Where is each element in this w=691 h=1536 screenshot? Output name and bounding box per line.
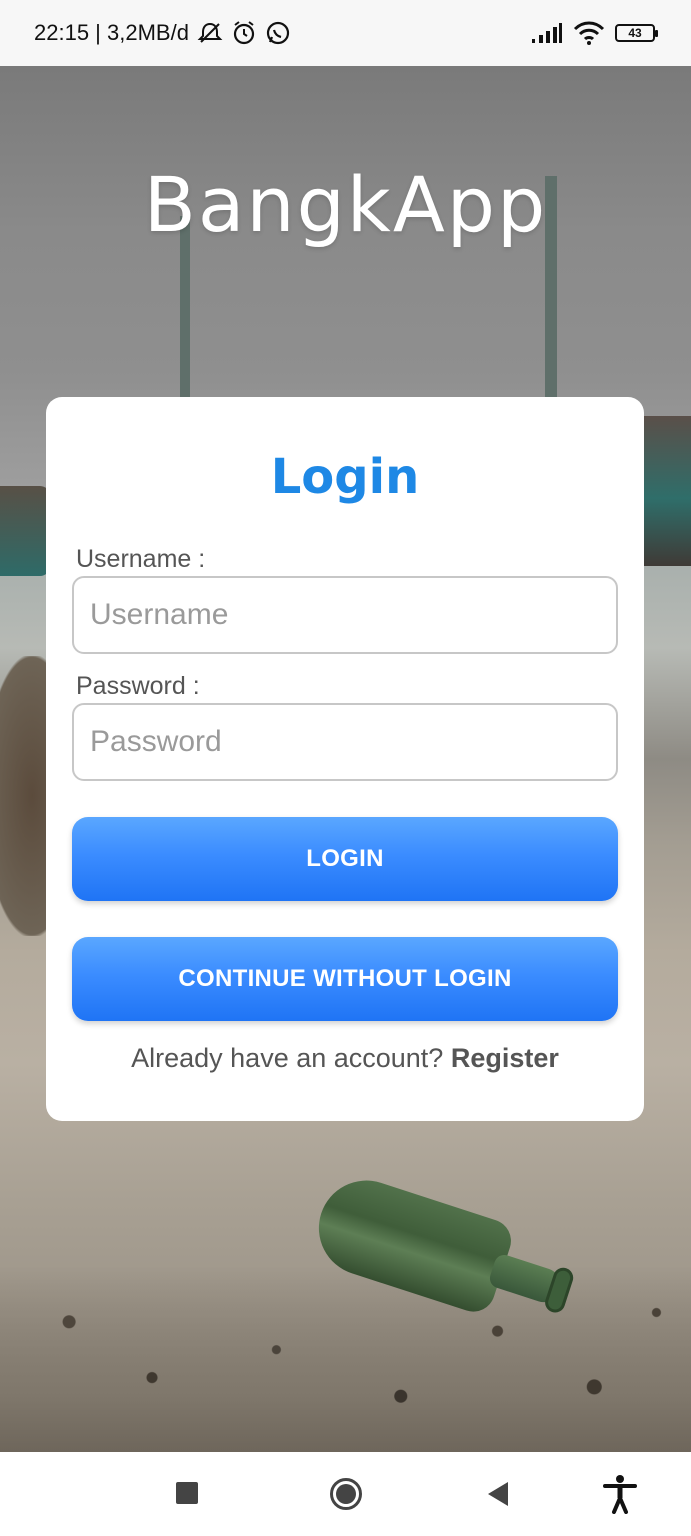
status-left: 22:15 | 3,2MB/d xyxy=(34,20,291,46)
wifi-icon xyxy=(573,21,605,45)
status-right: 43 xyxy=(531,21,658,45)
navigation-bar xyxy=(0,1452,691,1536)
recents-icon[interactable] xyxy=(176,1482,198,1504)
battery-icon: 43 xyxy=(615,24,658,42)
username-input[interactable] xyxy=(72,576,618,654)
whatsapp-icon xyxy=(265,20,291,46)
status-bar: 22:15 | 3,2MB/d 43 xyxy=(0,0,691,66)
boat-shape xyxy=(0,486,50,576)
accessibility-icon[interactable] xyxy=(602,1474,638,1514)
password-label: Password : xyxy=(76,672,200,700)
app-title: BangkApp xyxy=(143,160,548,249)
register-prompt-text: Already have an account? xyxy=(131,1043,451,1073)
mute-icon xyxy=(197,21,223,45)
login-card: Login Username : Password : LOGIN CONTIN… xyxy=(46,397,644,1121)
home-icon[interactable] xyxy=(330,1478,362,1510)
status-time: 22:15 | 3,2MB/d xyxy=(34,20,189,45)
signal-icon xyxy=(531,22,563,44)
register-prompt-line: Already have an account? Register xyxy=(72,1043,618,1074)
continue-without-login-button[interactable]: CONTINUE WITHOUT LOGIN xyxy=(72,937,618,1021)
back-icon[interactable] xyxy=(488,1482,508,1506)
register-link[interactable]: Register xyxy=(451,1043,559,1073)
password-input[interactable] xyxy=(72,703,618,781)
username-label: Username : xyxy=(76,545,206,573)
login-button[interactable]: LOGIN xyxy=(72,817,618,901)
beach-debris xyxy=(0,1266,691,1452)
alarm-icon xyxy=(231,20,257,46)
login-title: Login xyxy=(270,449,420,505)
